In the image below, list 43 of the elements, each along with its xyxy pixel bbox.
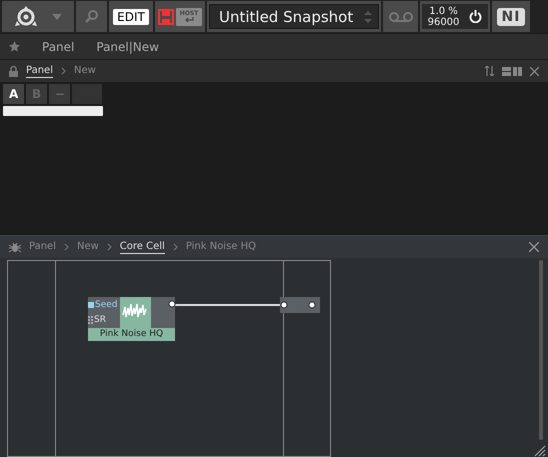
- resize-grip-icon[interactable]: [534, 445, 546, 457]
- chevron-icon: [64, 243, 69, 251]
- output-module[interactable]: [280, 297, 320, 313]
- edit-button[interactable]: EDIT: [113, 8, 149, 24]
- up-down-arrows-icon: [364, 10, 372, 24]
- input-port-icon: [280, 301, 288, 309]
- port-label: SR: [94, 315, 106, 326]
- breadcrumb[interactable]: New: [76, 241, 99, 253]
- square-port-icon: [88, 302, 94, 308]
- star-icon[interactable]: [9, 41, 20, 52]
- rows-layout-icon[interactable]: [502, 66, 511, 76]
- module-block[interactable]: Seed SR Pink Noise HQ: [88, 297, 175, 341]
- chevron-icon: [106, 243, 112, 251]
- cpu-load-text: 1.0 %: [428, 6, 459, 16]
- columns-layout-icon[interactable]: [513, 66, 522, 76]
- breadcrumb[interactable]: New: [74, 65, 96, 77]
- chevron-icon: [60, 67, 66, 75]
- close-icon[interactable]: [530, 66, 539, 76]
- favorite-item[interactable]: Panel|New: [96, 40, 159, 54]
- breadcrumb[interactable]: Panel: [26, 64, 53, 78]
- breadcrumb[interactable]: Pink Noise HQ: [186, 241, 256, 253]
- return-arrow-icon: [184, 16, 194, 22]
- bank-tab[interactable]: A: [3, 84, 24, 104]
- bug-icon[interactable]: [9, 242, 21, 252]
- favorite-item[interactable]: Panel: [42, 40, 74, 54]
- scrollbar[interactable]: [539, 260, 543, 440]
- logo-icon[interactable]: [14, 6, 38, 28]
- close-icon[interactable]: [529, 242, 539, 252]
- output-port-icon: [308, 301, 316, 309]
- output-port-icon: [168, 300, 176, 308]
- breadcrumb[interactable]: Core Cell: [120, 240, 165, 254]
- sort-icon[interactable]: [485, 66, 494, 76]
- port-label: Seed: [95, 300, 118, 310]
- noise-waveform-icon: [120, 297, 151, 328]
- sample-rate-text: 96000: [428, 16, 460, 28]
- lock-icon[interactable]: [9, 66, 18, 76]
- ni-logo: NI: [496, 8, 526, 26]
- chevron-icon: [172, 243, 178, 251]
- snapshot-selector[interactable]: Untitled Snapshot: [209, 4, 379, 29]
- breadcrumb[interactable]: Panel: [29, 241, 56, 253]
- dotted-port-icon: [88, 316, 93, 324]
- module-name: Pink Noise HQ: [88, 328, 175, 341]
- power-icon[interactable]: [469, 10, 482, 23]
